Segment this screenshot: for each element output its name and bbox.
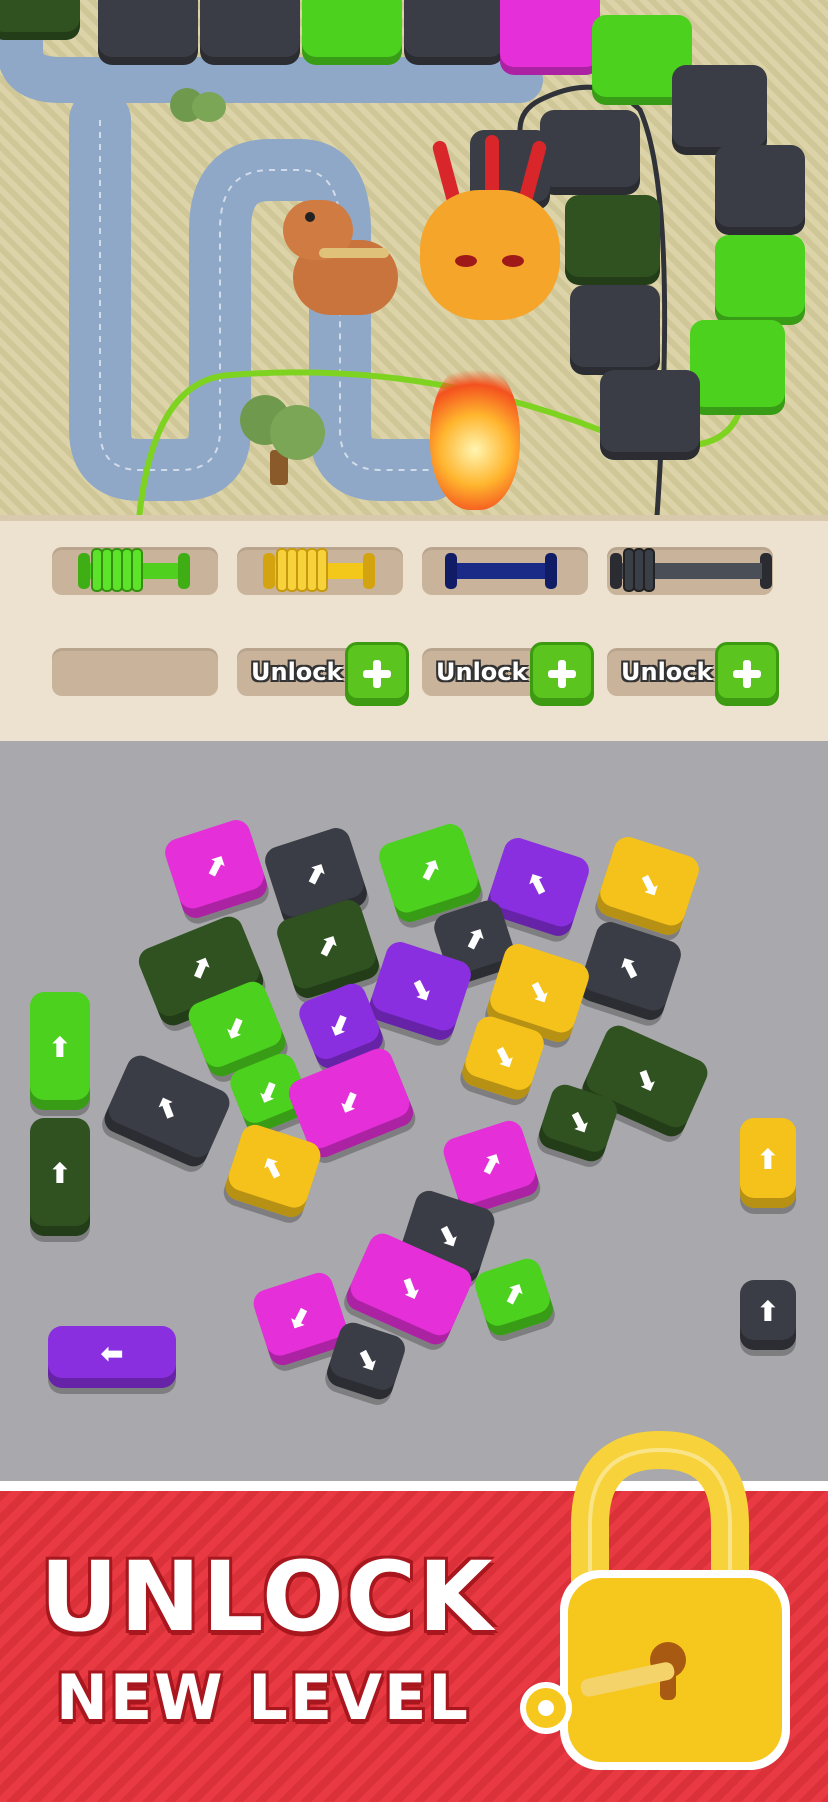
arrow-icon: ⬈ <box>198 846 232 886</box>
arrow-icon: ⬋ <box>218 1006 253 1046</box>
arrow-up-icon: ⬆ <box>48 1031 72 1065</box>
arrow-icon: ⬈ <box>496 1274 530 1314</box>
arrow-icon: ⬈ <box>182 948 217 988</box>
arrow-icon: ⬊ <box>431 1214 465 1254</box>
arrow-left-icon: ⬅ <box>100 1337 124 1371</box>
arrow-icon: ⬋ <box>251 1070 286 1110</box>
arrow-icon: ⬋ <box>283 1296 317 1336</box>
arrow-icon: ⬋ <box>322 1003 357 1043</box>
blocks-layer: ⬈ ⬈ ⬈ ⬉ ⬊ ⬈ ⬈ ⬈ ⬉ ⬊ ⬊ ⬋ ⬋ ⬊ ⬊ ⬆ ⬆ ⬉ ⬋ ⬋ … <box>0 0 828 1481</box>
purple-long-block[interactable]: ⬅ <box>48 1326 176 1388</box>
arrow-up-icon: ⬆ <box>756 1295 780 1329</box>
arrow-icon: ⬉ <box>522 864 556 904</box>
arrow-up-icon: ⬆ <box>756 1143 780 1177</box>
promo-title: UNLOCK <box>40 1541 495 1653</box>
magenta-block[interactable]: ⬈ <box>161 816 271 922</box>
arrow-icon: ⬉ <box>614 948 648 988</box>
charcoal-small-block[interactable]: ⬆ <box>740 1280 796 1350</box>
yellow-small-block[interactable]: ⬆ <box>740 1118 796 1208</box>
arrow-icon: ⬋ <box>332 1080 367 1120</box>
promo-subtitle: NEW LEVEL <box>56 1661 470 1734</box>
arrow-up-icon: ⬆ <box>48 1157 72 1191</box>
arrow-icon: ⬉ <box>257 1148 291 1188</box>
arrow-icon: ⬊ <box>632 863 666 903</box>
arrow-icon: ⬈ <box>412 850 446 890</box>
arrow-icon: ⬈ <box>310 926 344 966</box>
dark-green-tall-block[interactable]: ⬆ <box>30 1118 90 1236</box>
arrow-icon: ⬉ <box>150 1088 186 1128</box>
padlock-icon <box>520 1430 820 1785</box>
green-tall-block[interactable]: ⬆ <box>30 992 90 1110</box>
arrow-icon: ⬊ <box>522 970 556 1010</box>
arrow-icon: ⬈ <box>473 1144 507 1184</box>
arrow-icon: ⬊ <box>350 1338 384 1378</box>
arrow-icon: ⬊ <box>392 1266 428 1306</box>
green-block[interactable]: ⬈ <box>471 1255 557 1339</box>
arrow-icon: ⬊ <box>562 1100 596 1140</box>
arrow-icon: ⬊ <box>404 968 438 1008</box>
arrow-icon: ⬊ <box>487 1035 521 1075</box>
arrow-icon: ⬈ <box>298 854 332 894</box>
arrow-icon: ⬊ <box>628 1058 664 1098</box>
arrow-icon: ⬈ <box>457 919 491 959</box>
